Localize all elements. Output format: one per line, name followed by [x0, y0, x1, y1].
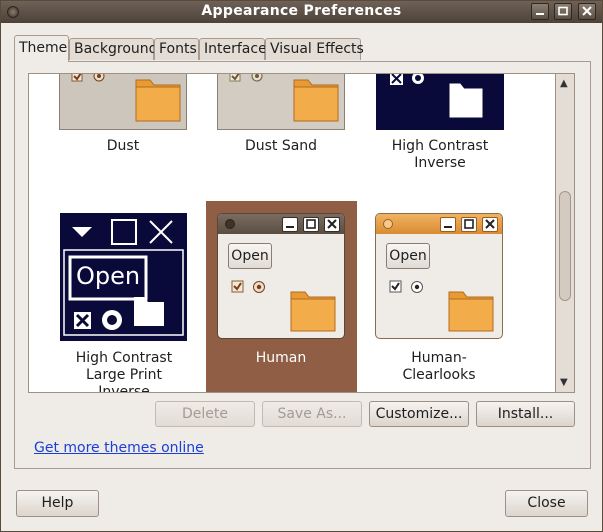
tab-label: Interface: [204, 41, 267, 57]
theme-preview-human-clearlooks[interactable]: Open: [375, 213, 503, 339]
folder-icon: [71, 74, 181, 122]
tab-visual-effects[interactable]: Visual Effects: [265, 38, 364, 60]
scroll-up-icon[interactable]: ▲: [560, 78, 568, 89]
maximize-button[interactable]: [554, 3, 572, 20]
close-button[interactable]: Close: [505, 490, 588, 517]
install-button[interactable]: Install...: [476, 401, 575, 427]
theme-preview-high-contrast-inverse[interactable]: [376, 74, 504, 130]
tab-fonts[interactable]: Fonts: [154, 38, 199, 60]
folder-icon: [231, 280, 336, 332]
get-more-themes-link[interactable]: Get more themes online: [34, 440, 204, 456]
theme-name: Human: [255, 350, 307, 366]
theme-preview-dust[interactable]: [59, 74, 187, 130]
tab-interface[interactable]: Interface: [199, 38, 267, 60]
theme-name: Dust Sand: [244, 138, 318, 154]
maximize-icon: [558, 6, 568, 16]
close-icon: [582, 6, 592, 16]
theme-preview-high-contrast-large-print-inverse[interactable]: Open: [60, 213, 187, 341]
folder-icon: [389, 280, 494, 332]
save-as-button[interactable]: Save As...: [262, 401, 362, 427]
theme-name: High Contrast Inverse: [391, 138, 489, 171]
tab-background[interactable]: Background: [69, 38, 158, 60]
minimize-button[interactable]: [531, 3, 549, 20]
theme-list-scrollbar[interactable]: ▲ ▼: [556, 73, 575, 393]
scrollbar-thumb[interactable]: [559, 191, 571, 301]
window-title: Appearance Preferences: [201, 3, 402, 19]
folder-icon: [390, 74, 483, 118]
theme-name: Dust: [106, 138, 140, 154]
scroll-down-icon[interactable]: ▼: [560, 377, 568, 388]
tab-label: Background: [74, 41, 158, 57]
tab-label: Theme: [19, 40, 68, 56]
title-bar[interactable]: Appearance Preferences: [1, 1, 602, 23]
theme-preview-dust-sand[interactable]: [217, 74, 345, 130]
delete-button[interactable]: Delete: [155, 401, 255, 427]
theme-list[interactable]: Dust Dust Sand High Contrast Inverse Ope…: [28, 73, 556, 393]
theme-name: Human-Clearlooks: [402, 350, 476, 383]
minimize-icon: [536, 13, 544, 15]
appearance-preferences-window: Appearance Preferences Theme Background …: [0, 0, 603, 532]
tab-label: Visual Effects: [270, 41, 364, 57]
theme-name: High Contrast Large Print Inverse: [75, 350, 173, 393]
tab-label: Fonts: [159, 41, 197, 57]
customize-button[interactable]: Customize...: [369, 401, 469, 427]
folder-icon: [229, 74, 339, 122]
close-window-button[interactable]: [578, 3, 596, 20]
tab-theme[interactable]: Theme: [14, 35, 69, 62]
help-button[interactable]: Help: [16, 490, 99, 517]
theme-preview-human[interactable]: Open: [217, 213, 345, 339]
preview-open-label: Open: [76, 262, 141, 290]
